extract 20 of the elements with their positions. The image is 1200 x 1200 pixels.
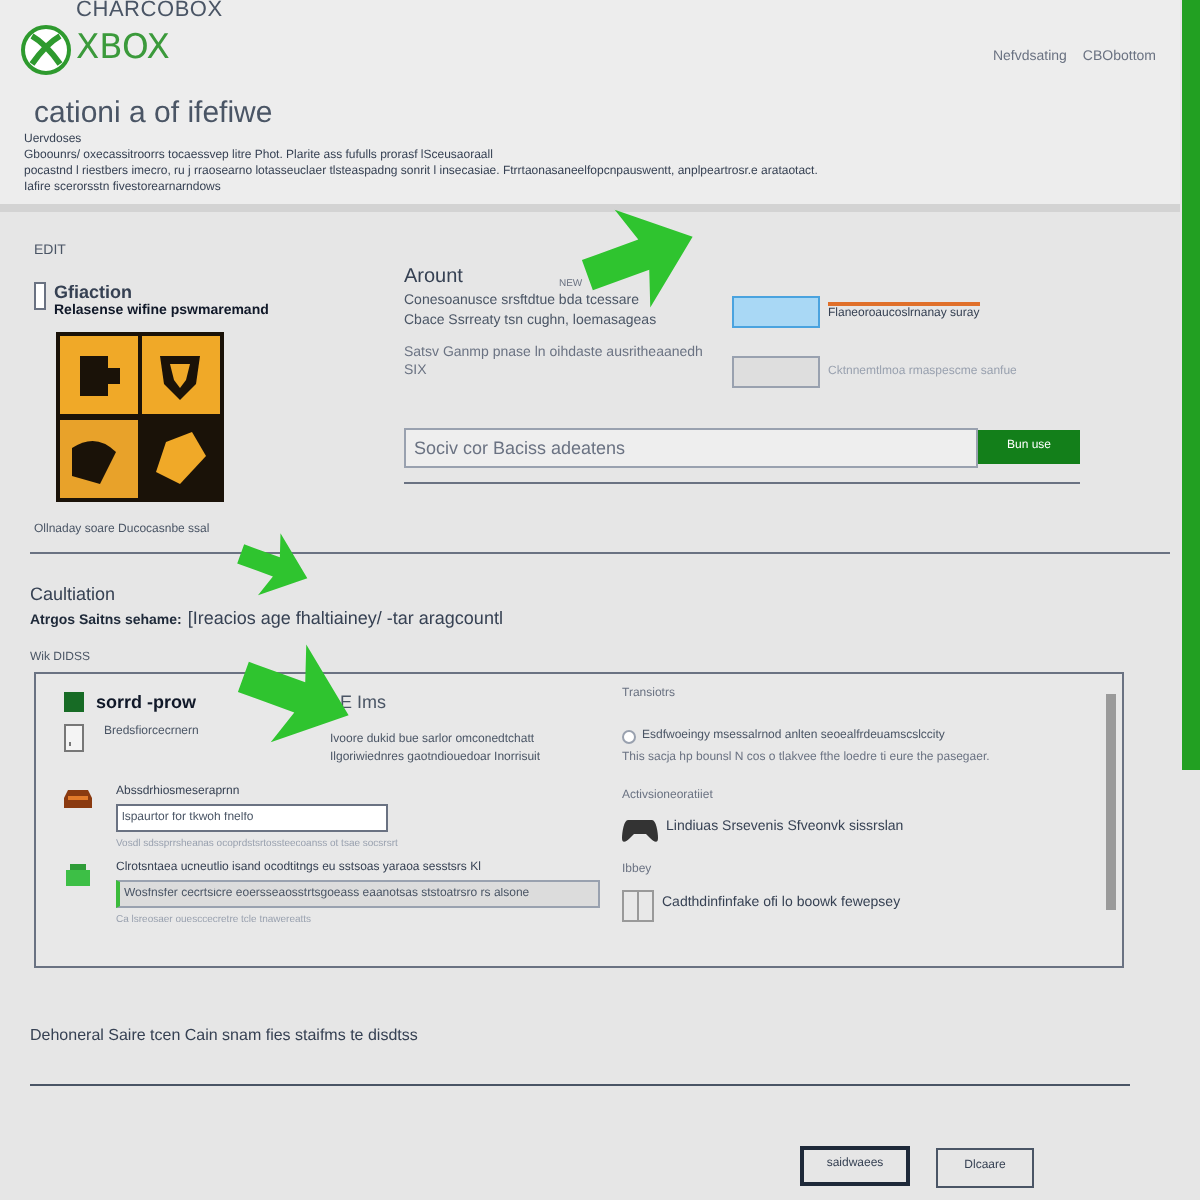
footer-note: Dehoneral Saire tcen Cain snam fies staifms te disdtss: [28, 1023, 420, 1047]
document-icon: [64, 724, 84, 752]
account-title: Arount: [404, 264, 463, 292]
search-field[interactable]: Sociv cor Baciss adeatens: [404, 428, 978, 468]
caution-title: Caultiation: [30, 584, 118, 606]
package-icon: [64, 863, 92, 887]
option-tile[interactable]: [732, 356, 820, 388]
book-icon: [622, 889, 654, 921]
radio-button[interactable]: [622, 729, 636, 743]
product-title: Gfiaction: [54, 281, 135, 301]
brand-text: CHARCOBOX: [74, 0, 223, 22]
controller-icon: [622, 817, 658, 841]
panel-heading: sorrd -prow: [96, 689, 197, 716]
checkbox[interactable]: [34, 281, 46, 309]
brand-logo-text: XBOX: [76, 26, 170, 73]
logo-icon: [20, 24, 72, 76]
option-tile[interactable]: [732, 296, 820, 328]
scrollbar[interactable]: [1106, 693, 1116, 909]
caution-value: [Ireacios age fhaltiainey/ -tar aragcountl: [187, 606, 503, 632]
page-title: cationi a of ifefiwe: [32, 96, 275, 132]
